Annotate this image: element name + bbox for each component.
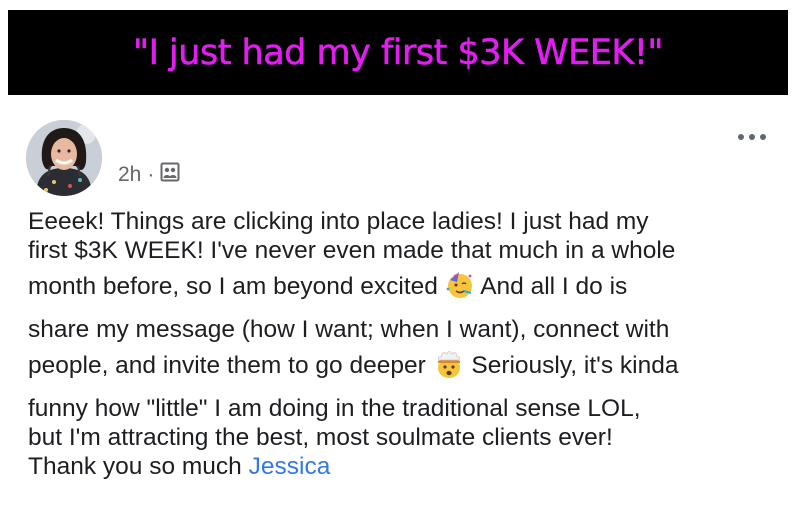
- partying-face-emoji: [445, 270, 475, 315]
- post-meta: 2h ·: [118, 162, 180, 188]
- post-line-text: Thank you so much: [28, 453, 242, 480]
- more-dot: [760, 134, 766, 140]
- post-line: but I'm attracting the best, most soulma…: [28, 424, 613, 451]
- post-line: Eeeek! Things are clicking into place la…: [28, 208, 649, 235]
- post-line: share my message (how I want; when I wan…: [28, 316, 670, 343]
- post-line: first $3K WEEK! I've never even made tha…: [28, 237, 676, 264]
- headline-text: "I just had my first $3K WEEK!": [133, 32, 664, 73]
- post-line-text: people, and invite them to go deeper: [28, 352, 426, 379]
- avatar[interactable]: [26, 120, 102, 196]
- avatar-photo: [26, 120, 102, 196]
- group-audience-icon[interactable]: [160, 162, 180, 188]
- post-line: people, and invite them to go deeper Ser…: [28, 344, 778, 394]
- mention-link[interactable]: Jessica: [249, 453, 331, 480]
- headline-banner: "I just had my first $3K WEEK!": [8, 10, 788, 95]
- post-line-text: month before, so I am beyond excited: [28, 273, 438, 300]
- more-dot: [738, 134, 744, 140]
- exploding-head-emoji: [433, 349, 465, 394]
- post-line-text: Seriously, it's kinda: [471, 352, 679, 379]
- post-body: Eeeek! Things are clicking into place la…: [28, 207, 778, 481]
- post-timestamp[interactable]: 2h: [118, 163, 141, 187]
- post-line: month before, so I am beyond excited And…: [28, 265, 778, 315]
- post-line-text: And all I do is: [480, 273, 628, 300]
- meta-separator: ·: [147, 163, 155, 186]
- post-line: funny how "little" I am doing in the tra…: [28, 395, 641, 422]
- more-options-icon[interactable]: [738, 134, 766, 140]
- post-line: Thank you so much Jessica: [28, 452, 778, 481]
- more-dot: [749, 134, 755, 140]
